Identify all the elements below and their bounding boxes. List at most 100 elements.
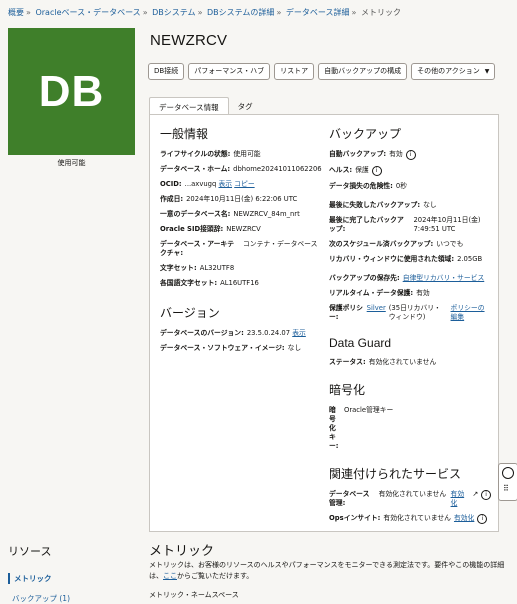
recovery-space-value: 2.05GB <box>457 255 483 263</box>
next-backup-value: いつでも <box>436 240 464 248</box>
last-failed-backup-value: なし <box>423 201 437 209</box>
sw-image-key: データベース・ソフトウェア・イメージ: <box>160 344 285 352</box>
metrics-section-title: メトリック <box>149 543 215 558</box>
health-key: ヘルス: <box>329 166 353 174</box>
db-connect-button[interactable]: DB接続 <box>148 63 185 80</box>
external-link-icon: ↗ <box>472 490 479 498</box>
more-actions-button[interactable]: その他のアクション ▼ <box>411 63 496 80</box>
edit-policy-link[interactable]: ポリシーの編集 <box>451 304 491 322</box>
ncharset-key: 各国語文字セット: <box>160 279 218 287</box>
db-home-link[interactable]: dbhome20241011062206 <box>233 165 321 174</box>
performance-hub-button[interactable]: パフォーマンス・ハブ <box>188 63 271 80</box>
dataguard-title: Data Guard <box>329 336 392 350</box>
page-title: NEWZRCV <box>150 32 228 49</box>
breadcrumb-db-system-details[interactable]: DBシステムの詳細 <box>207 8 274 17</box>
breadcrumb-database-details[interactable]: データベース詳細 <box>286 8 350 17</box>
breadcrumb-oracle-base-db[interactable]: Oracleベース・データベース <box>35 8 140 17</box>
backup-destination-link[interactable]: 自律型リカバリ・サービス <box>403 274 485 283</box>
tab-tags[interactable]: タグ <box>229 97 262 115</box>
general-info-title: 一般情報 <box>160 127 209 141</box>
grid-menu-icon[interactable]: ⠿ <box>503 485 509 493</box>
last-completed-backup-value: 2024年10月11日(金) 7:49:51 UTC <box>413 216 481 233</box>
breadcrumb: 概要» Oracleベース・データベース» DBシステム» DBシステムの詳細»… <box>8 8 401 17</box>
restore-button[interactable]: リストア <box>274 63 315 80</box>
charset-key: 文字セット: <box>160 264 197 272</box>
last-failed-backup-key: 最後に失敗したバックアップ: <box>329 201 421 209</box>
health-value: 保護 <box>355 166 369 174</box>
db-status-label: 使用可能 <box>57 159 86 167</box>
info-icon[interactable]: i <box>405 150 416 160</box>
action-bar: DB接続 パフォーマンス・ハブ リストア 自動バックアップの構成 その他のアクシ… <box>148 63 496 80</box>
ocid-value: ...axvugq <box>184 180 217 188</box>
lifecycle-value: 使用可能 <box>233 150 261 158</box>
ocid-show-link[interactable]: 表示 <box>218 180 232 189</box>
last-completed-backup-key: 最後に完了したバックアップ: <box>329 216 404 233</box>
sw-image-value: なし <box>287 344 302 352</box>
db-version-show-link[interactable]: 表示 <box>292 329 306 338</box>
policy-silver-link[interactable]: Silver <box>367 304 386 322</box>
ocid-copy-link[interactable]: コピー <box>234 180 254 189</box>
next-backup-key: 次のスケジュール済バックアップ: <box>329 240 434 248</box>
tab-database-info[interactable]: データベース情報 <box>149 97 229 115</box>
breadcrumb-db-systems[interactable]: DBシステム <box>152 8 195 17</box>
lifebuoy-icon[interactable] <box>502 467 514 479</box>
created-key: 作成日: <box>160 195 184 203</box>
unique-name-key: 一意のデータベース名: <box>160 210 231 218</box>
chevron-down-icon: ▼ <box>484 68 490 75</box>
info-icon[interactable]: i <box>371 166 382 176</box>
db-management-value: 有効化されていません <box>378 490 447 498</box>
unique-name-value: NEWZRCV_84m_nrt <box>233 210 300 218</box>
db-version-value: 23.5.0.24.07 <box>246 329 291 337</box>
lifecycle-key: ライフサイクルの状態: <box>160 150 231 158</box>
data-loss-risk-key: データ損失の危険性: <box>329 182 393 190</box>
ops-insights-enable-link[interactable]: 有効化 <box>454 514 474 524</box>
encryption-key-value: Oracle管理キー <box>344 406 394 414</box>
sid-prefix-value: NEWZRCV <box>226 225 261 233</box>
auto-backup-value: 有効 <box>389 150 403 158</box>
policy-description: (35日リカバリ・ウィンドウ) <box>388 304 441 321</box>
associated-services-title: 関連付けられたサービス <box>329 467 462 481</box>
floating-help-toolbar[interactable]: ⠿ <box>498 463 517 501</box>
dataguard-status-value: 有効化されていません <box>368 358 437 366</box>
info-icon[interactable]: i <box>477 514 488 524</box>
sid-prefix-key: Oracle SID接頭辞: <box>160 225 224 233</box>
architecture-value: コンテナ・データベース <box>243 240 318 248</box>
backup-destination-key: バックアップの保存先: <box>329 274 400 282</box>
created-value: 2024年10月11日(金) 6:22:06 UTC <box>186 195 298 203</box>
tab-bar: データベース情報 タグ <box>149 97 262 115</box>
resources-title: リソース <box>8 546 52 558</box>
resource-item-metrics[interactable]: メトリック <box>8 573 141 584</box>
dataguard-status-key: ステータス: <box>329 358 366 366</box>
auto-backup-config-button[interactable]: 自動バックアップの構成 <box>318 63 408 80</box>
resource-item-backups[interactable]: バックアップ (1) <box>12 593 70 604</box>
auto-backup-key: 自動バックアップ: <box>329 150 387 158</box>
ocid-key: OCID: <box>160 180 182 188</box>
data-loss-risk-value: 0秒 <box>395 182 408 190</box>
version-title: バージョン <box>160 306 220 320</box>
db-management-enable-link[interactable]: 有効化 <box>451 490 471 508</box>
left-column: 一般情報 ライフサイクルの状態: 使用可能 データベース・ホーム: dbhome20… <box>160 125 322 359</box>
breadcrumb-current: メトリック <box>360 8 401 17</box>
backup-title: バックアップ <box>329 127 402 141</box>
ops-insights-key: Opsインサイト: <box>329 514 381 522</box>
db-home-key: データベース・ホーム: <box>160 165 231 173</box>
encryption-title: 暗号化 <box>329 383 366 397</box>
recovery-space-key: リカバリ・ウィンドウに使用された領域: <box>329 255 455 263</box>
charset-value: AL32UTF8 <box>199 264 235 272</box>
db-management-key: データベース管理: <box>329 490 370 507</box>
encryption-key-key: 暗号化キー: <box>329 406 339 450</box>
db-icon-tile: DB <box>8 28 135 155</box>
architecture-key: データベース・アーキテクチャ: <box>160 240 235 257</box>
ops-insights-value: 有効化されていません <box>383 514 451 522</box>
database-info-panel: 一般情報 ライフサイクルの状態: 使用可能 データベース・ホーム: dbhome20… <box>149 114 499 532</box>
more-actions-label: その他のアクション <box>417 67 480 75</box>
protection-policy-key: 保護ポリシー: <box>329 304 363 321</box>
right-column: バックアップ 自動バックアップ: 有効 i ヘルス: 保護 i データ損失の危険性: 0秒… <box>329 125 491 530</box>
ncharset-value: AL16UTF16 <box>220 279 259 287</box>
info-icon[interactable]: i <box>481 490 491 500</box>
metrics-description: メトリックは、お客様のリソースのヘルスやパフォーマンスをモニターできる測定法です… <box>149 561 505 580</box>
breadcrumb-overview[interactable]: 概要 <box>8 8 24 17</box>
metrics-help-link[interactable]: ここ <box>163 572 177 580</box>
metric-namespace-label: メトリック・ネームスペース <box>149 591 239 599</box>
db-version-key: データベースのバージョン: <box>160 329 244 337</box>
